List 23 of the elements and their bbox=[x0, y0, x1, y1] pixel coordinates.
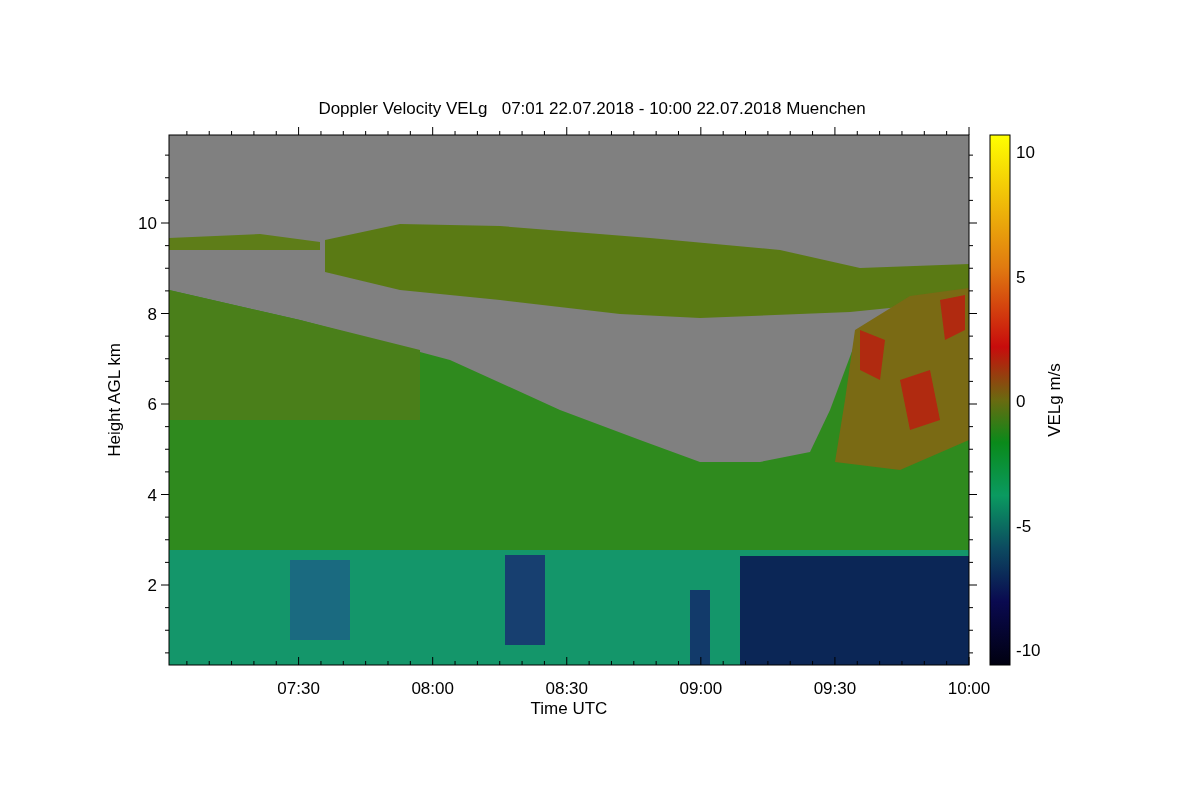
colorbar-tick-label: 5 bbox=[1016, 267, 1026, 287]
updraft-patch bbox=[940, 295, 965, 340]
updraft-patch bbox=[900, 370, 940, 430]
y-axis-label: Height AGL km bbox=[105, 343, 124, 457]
updraft-patch bbox=[860, 330, 885, 380]
colorbar-tick-label: -5 bbox=[1016, 516, 1032, 536]
y-tick-label: 10 bbox=[138, 214, 157, 233]
y-tick-label: 6 bbox=[147, 395, 157, 414]
y-tick-label: 8 bbox=[147, 304, 157, 324]
chart-title: Doppler Velocity VELg 07:01 22.07.2018 - 10:00 22.07.2018 Muenchen bbox=[318, 99, 866, 118]
y-tick-label: 4 bbox=[147, 485, 157, 505]
colorbar-tick-label: 0 bbox=[1016, 392, 1026, 411]
x-tick-label: 08:30 bbox=[545, 679, 589, 698]
x-tick-label: 09:00 bbox=[679, 679, 723, 698]
colorbar-tick-label: 10 bbox=[1016, 143, 1035, 162]
y-tick-label: 2 bbox=[147, 576, 157, 595]
x-tick-label: 07:30 bbox=[277, 679, 320, 698]
x-tick-label: 10:00 bbox=[947, 679, 991, 698]
x-tick-label: 08:00 bbox=[411, 679, 454, 698]
x-tick-label: 09:30 bbox=[813, 679, 857, 698]
colorbar-label: VELg m/s bbox=[1045, 363, 1064, 437]
colorbar-tick-label: -10 bbox=[1016, 641, 1041, 660]
x-axis-label: Time UTC bbox=[530, 699, 608, 718]
